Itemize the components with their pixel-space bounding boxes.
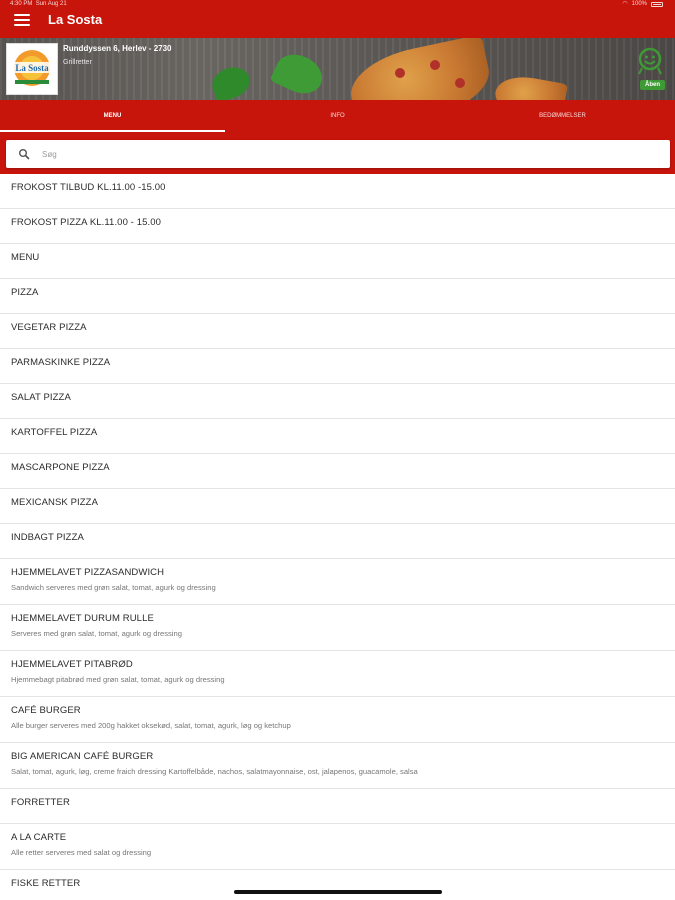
battery-percent: 100% bbox=[631, 1, 647, 7]
category-title: HJEMMELAVET DURUM RULLE bbox=[11, 613, 154, 624]
status-bar: 4:30 PM Sun Aug 21 ◠ 100% bbox=[0, 0, 675, 8]
home-indicator[interactable] bbox=[234, 890, 442, 894]
category-title: KARTOFFEL PIZZA bbox=[11, 427, 98, 438]
category-title: FORRETTER bbox=[11, 797, 70, 808]
shop-category: Grillretter bbox=[63, 59, 92, 66]
search-box bbox=[6, 140, 670, 168]
category-title: FISKE RETTER bbox=[11, 878, 81, 889]
search-bar bbox=[0, 132, 675, 174]
category-title: MENU bbox=[11, 252, 40, 263]
shop-address: Runddyssen 6, Herlev - 2730 bbox=[63, 44, 172, 53]
list-item[interactable]: PARMASKINKE PIZZA bbox=[0, 349, 675, 384]
list-item[interactable]: FISKE RETTER bbox=[0, 870, 675, 900]
category-description: Serveres med grøn salat, tomat, agurk og… bbox=[11, 629, 182, 638]
shop-logo: La Sosta bbox=[6, 43, 58, 95]
list-item[interactable]: VEGETAR PIZZA bbox=[0, 314, 675, 349]
tab-menu[interactable]: MENU bbox=[0, 100, 225, 132]
wifi-icon: ◠ bbox=[622, 1, 628, 7]
category-title: FROKOST TILBUD KL.11.00 -15.00 bbox=[11, 182, 166, 193]
search-icon bbox=[19, 149, 30, 160]
list-item[interactable]: HJEMMELAVET DURUM RULLE Serveres med grøn… bbox=[0, 605, 675, 651]
app-bar: La Sosta bbox=[0, 8, 675, 38]
hamburger-menu-icon[interactable] bbox=[14, 14, 30, 28]
status-time-date: 4:30 PM Sun Aug 21 bbox=[10, 1, 67, 7]
list-item[interactable]: KARTOFFEL PIZZA bbox=[0, 419, 675, 454]
list-item[interactable]: MASCARPONE PIZZA bbox=[0, 454, 675, 489]
category-description: Sandwich serveres med grøn salat, tomat,… bbox=[11, 583, 216, 592]
list-item[interactable]: CAFÉ BURGER Alle burger serveres med 200g… bbox=[0, 697, 675, 743]
list-item[interactable]: FROKOST PIZZA KL.11.00 - 15.00 bbox=[0, 209, 675, 244]
status-right: ◠ 100% bbox=[622, 0, 663, 8]
category-title: PARMASKINKE PIZZA bbox=[11, 357, 111, 368]
category-description: Hjemmebagt pitabrød med grøn salat, toma… bbox=[11, 675, 225, 684]
list-item[interactable]: FROKOST TILBUD KL.11.00 -15.00 bbox=[0, 174, 675, 209]
tab-bar: MENU INFO BEDØMMELSER bbox=[0, 100, 675, 132]
search-input[interactable] bbox=[42, 145, 642, 163]
open-status-badge: Åben bbox=[640, 80, 665, 90]
list-item[interactable]: MEXICANSK PIZZA bbox=[0, 489, 675, 524]
category-title: HJEMMELAVET PITABRØD bbox=[11, 659, 133, 670]
category-description: Salat, tomat, agurk, løg, creme fraich d… bbox=[11, 767, 418, 776]
category-title: CAFÉ BURGER bbox=[11, 705, 81, 716]
menu-category-list: FROKOST TILBUD KL.11.00 -15.00 FROKOST P… bbox=[0, 174, 675, 900]
list-item[interactable]: SALAT PIZZA bbox=[0, 384, 675, 419]
list-item[interactable]: PIZZA bbox=[0, 279, 675, 314]
category-title: INDBAGT PIZZA bbox=[11, 532, 84, 543]
tab-ratings[interactable]: BEDØMMELSER bbox=[450, 100, 675, 132]
list-item[interactable]: MENU bbox=[0, 244, 675, 279]
category-title: A LA CARTE bbox=[11, 832, 67, 843]
list-item[interactable]: HJEMMELAVET PIZZASANDWICH Sandwich server… bbox=[0, 559, 675, 605]
list-item[interactable]: HJEMMELAVET PITABRØD Hjemmebagt pitabrød … bbox=[0, 651, 675, 697]
category-title: HJEMMELAVET PIZZASANDWICH bbox=[11, 567, 165, 578]
open-status-icon[interactable] bbox=[635, 46, 665, 76]
list-item[interactable]: INDBAGT PIZZA bbox=[0, 524, 675, 559]
category-title: SALAT PIZZA bbox=[11, 392, 71, 403]
svg-text:La Sosta: La Sosta bbox=[15, 63, 49, 73]
list-item[interactable]: BIG AMERICAN CAFÉ BURGER Salat, tomat, ag… bbox=[0, 743, 675, 789]
battery-icon bbox=[651, 1, 663, 7]
category-title: MASCARPONE PIZZA bbox=[11, 462, 110, 473]
category-title: PIZZA bbox=[11, 287, 39, 298]
category-description: Alle burger serveres med 200g hakket oks… bbox=[11, 721, 291, 730]
category-title: BIG AMERICAN CAFÉ BURGER bbox=[11, 751, 154, 762]
category-description: Alle retter serveres med salat og dressi… bbox=[11, 848, 152, 857]
tab-info[interactable]: INFO bbox=[225, 100, 450, 132]
category-title: FROKOST PIZZA KL.11.00 - 15.00 bbox=[11, 217, 161, 228]
list-item[interactable]: A LA CARTE Alle retter serveres med salat… bbox=[0, 824, 675, 870]
app-title: La Sosta bbox=[48, 12, 103, 27]
category-title: VEGETAR PIZZA bbox=[11, 322, 87, 333]
shop-banner: La Sosta Runddyssen 6, Herlev - 2730 Gri… bbox=[0, 38, 675, 100]
category-title: MEXICANSK PIZZA bbox=[11, 497, 99, 508]
list-item[interactable]: FORRETTER bbox=[0, 789, 675, 824]
